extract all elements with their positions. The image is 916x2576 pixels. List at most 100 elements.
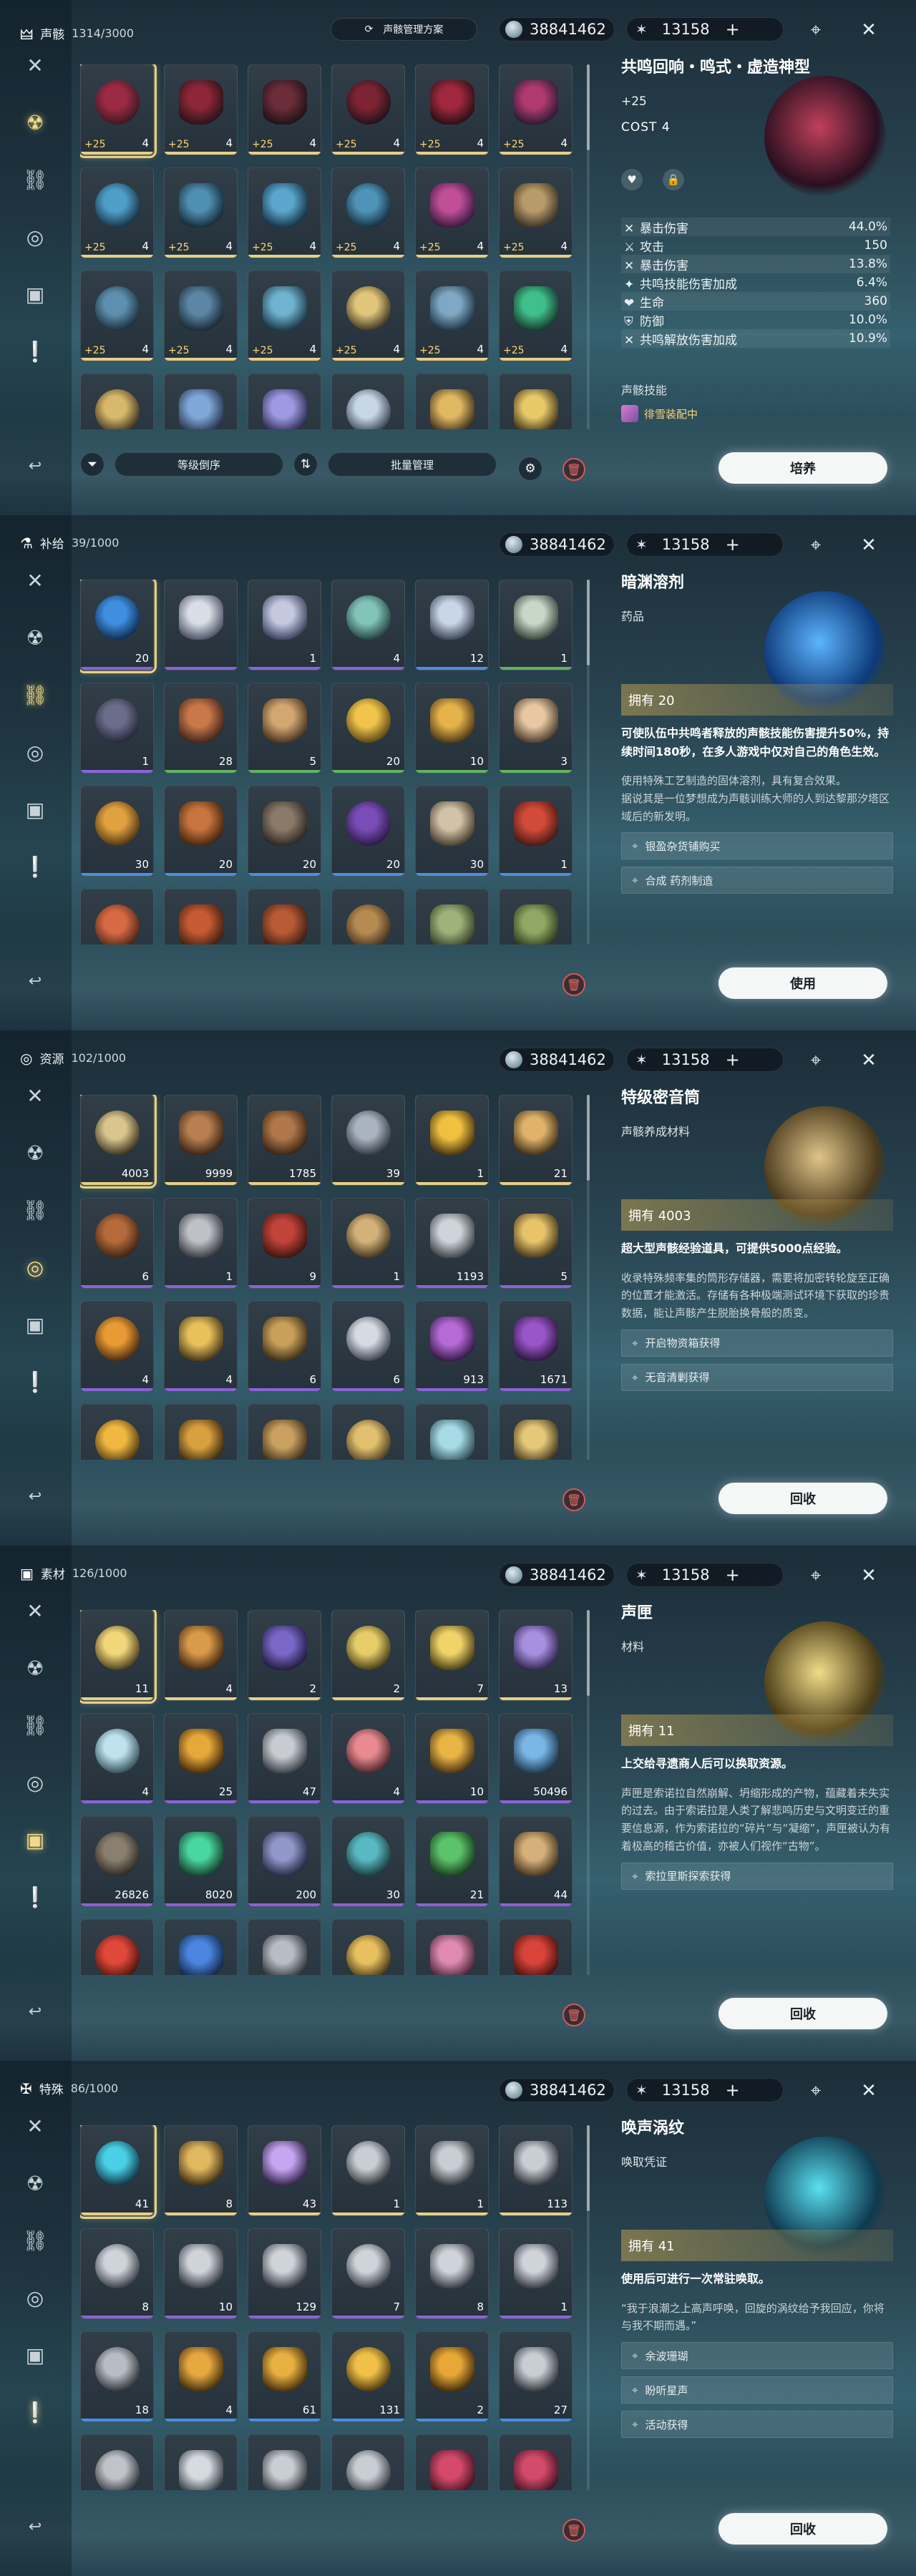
supply-tab-icon[interactable]: ⛓ (19, 2224, 52, 2257)
inventory-item-slot[interactable] (80, 374, 154, 429)
inventory-item-slot[interactable] (331, 1404, 405, 1460)
primary-action-button[interactable]: 培养 (718, 452, 887, 484)
inventory-item-slot[interactable]: 6 (248, 1301, 321, 1392)
inventory-item-slot[interactable]: 1 (80, 683, 154, 774)
weapon-tab-icon[interactable]: ✕ (19, 49, 52, 82)
material-tab-icon[interactable]: ▣ (19, 2338, 52, 2371)
discard-icon[interactable]: 🗑 (562, 973, 585, 996)
source-link[interactable]: ⌖ 索拉里斯探索获得 (621, 1862, 893, 1890)
inventory-item-slot[interactable]: 4 +25 (164, 64, 238, 155)
inventory-item-slot[interactable]: 30 (331, 1816, 405, 1907)
inventory-item-slot[interactable]: 50496 (499, 1713, 572, 1804)
inventory-item-slot[interactable] (248, 889, 321, 945)
source-link[interactable]: ⌖ 无音清剿获得 (621, 1363, 893, 1391)
source-link[interactable]: ⌖ 余波珊瑚 (621, 2342, 893, 2370)
inventory-item-slot[interactable]: 1785 (248, 1095, 321, 1186)
material-tab-icon[interactable]: ▣ (19, 793, 52, 826)
filter-icon[interactable]: ⏷ (80, 452, 104, 477)
inventory-item-slot[interactable] (499, 1404, 572, 1460)
inventory-item-slot[interactable]: 4 +25 (331, 64, 405, 155)
locate-icon[interactable]: ⌖ (802, 531, 830, 560)
source-link[interactable]: ⌖ 开启物资箱获得 (621, 1329, 893, 1357)
inventory-item-slot[interactable] (499, 1919, 572, 1975)
weapon-tab-icon[interactable]: ✕ (19, 2109, 52, 2142)
inventory-item-slot[interactable] (80, 2434, 154, 2490)
inventory-item-slot[interactable]: 1 (331, 1198, 405, 1289)
inventory-item-slot[interactable]: 913 (415, 1301, 489, 1392)
inventory-item-slot[interactable] (80, 1919, 154, 1975)
inventory-item-slot[interactable]: 21 (499, 1095, 572, 1186)
inventory-item-slot[interactable]: 4 +25 (248, 64, 321, 155)
inventory-item-slot[interactable]: 4 +25 (80, 270, 154, 361)
inventory-item-slot[interactable]: 1 (499, 580, 572, 670)
inventory-item-slot[interactable]: 4 (164, 1301, 238, 1392)
inventory-item-slot[interactable]: 30 (415, 786, 489, 877)
inventory-item-slot[interactable] (331, 889, 405, 945)
discard-icon[interactable]: 🗑 (562, 1488, 585, 1511)
inventory-item-slot[interactable]: 4 +25 (331, 167, 405, 258)
locate-icon[interactable]: ⌖ (802, 1046, 830, 1075)
add-astrite-icon[interactable]: + (726, 1050, 740, 1070)
inventory-item-slot[interactable]: 18 (80, 2331, 154, 2422)
inventory-item-slot[interactable]: 7 (331, 2228, 405, 2319)
inventory-item-slot[interactable]: 4 +25 (499, 270, 572, 361)
inventory-item-slot[interactable]: 8 (164, 2125, 238, 2216)
inventory-item-slot[interactable]: 21 (415, 1816, 489, 1907)
inventory-item-slot[interactable]: 1 (331, 2125, 405, 2216)
grid-scrollbar[interactable] (587, 580, 590, 945)
inventory-item-slot[interactable]: 4 +25 (80, 167, 154, 258)
inventory-item-slot[interactable]: 4 +25 (164, 270, 238, 361)
inventory-item-slot[interactable]: 113 (499, 2125, 572, 2216)
inventory-item-slot[interactable]: 43 (248, 2125, 321, 2216)
back-arrow-icon[interactable]: ↩ (19, 449, 52, 482)
inventory-item-slot[interactable]: 4 +25 (499, 64, 572, 155)
source-link[interactable]: ⌖ 活动获得 (621, 2411, 893, 2439)
back-arrow-icon[interactable]: ↩ (19, 1480, 52, 1513)
weapon-tab-icon[interactable]: ✕ (19, 1079, 52, 1112)
inventory-item-slot[interactable]: 28 (164, 683, 238, 774)
inventory-item-slot[interactable]: 20 (248, 786, 321, 877)
source-link[interactable]: ⌖ 盼听星声 (621, 2376, 893, 2404)
inventory-item-slot[interactable]: 4 (331, 580, 405, 670)
inventory-item-slot[interactable]: 4 +25 (499, 167, 572, 258)
scrollbar-thumb[interactable] (587, 1610, 590, 1696)
inventory-item-slot[interactable]: 1 (248, 580, 321, 670)
inventory-item-slot[interactable]: 9999 (164, 1095, 238, 1186)
inventory-item-slot[interactable]: 1 (415, 1095, 489, 1186)
special-tab-icon[interactable]: ❕ (19, 2396, 52, 2429)
locate-icon[interactable]: ⌖ (802, 16, 830, 44)
source-link[interactable]: ⌖ 银盈杂货铺购买 (621, 832, 893, 860)
inventory-item-slot[interactable]: 1193 (415, 1198, 489, 1289)
primary-action-button[interactable]: 回收 (718, 1483, 887, 1514)
inventory-item-slot[interactable]: 4 +25 (415, 167, 489, 258)
inventory-item-slot[interactable]: 61 (248, 2331, 321, 2422)
sort-button[interactable]: 等级倒序 (114, 452, 283, 477)
grid-scrollbar[interactable] (587, 64, 590, 429)
add-astrite-icon[interactable]: + (726, 1565, 740, 1585)
add-astrite-icon[interactable]: + (726, 2080, 740, 2100)
echo-scheme-button[interactable]: ⟳ 声骸管理方案 (331, 18, 477, 41)
inventory-item-slot[interactable]: 5 (248, 683, 321, 774)
inventory-item-slot[interactable] (164, 1404, 238, 1460)
weapon-tab-icon[interactable]: ✕ (19, 564, 52, 597)
inventory-item-slot[interactable]: 4 (80, 1301, 154, 1392)
resource-tab-icon[interactable]: ◎ (19, 1766, 52, 1799)
scrollbar-thumb[interactable] (587, 1095, 590, 1181)
inventory-item-slot[interactable] (415, 374, 489, 429)
discard-icon[interactable]: 🗑 (562, 458, 585, 481)
special-tab-icon[interactable]: ❕ (19, 850, 52, 883)
inventory-item-slot[interactable]: 4 +25 (248, 270, 321, 361)
inventory-item-slot[interactable]: 4 (80, 1713, 154, 1804)
discard-icon[interactable]: 🗑 (562, 2004, 585, 2026)
inventory-item-slot[interactable]: 4 +25 (415, 64, 489, 155)
inventory-item-slot[interactable] (415, 1404, 489, 1460)
special-tab-icon[interactable]: ❕ (19, 1880, 52, 1913)
material-tab-icon[interactable]: ▣ (19, 1308, 52, 1341)
astrite-counter[interactable]: ✶ 13158 + (626, 1563, 784, 1587)
inventory-item-slot[interactable]: 6 (331, 1301, 405, 1392)
echo-tab-icon[interactable]: ☢ (19, 621, 52, 654)
inventory-item-slot[interactable]: 3 (499, 683, 572, 774)
supply-tab-icon[interactable]: ⛓ (19, 1194, 52, 1226)
back-arrow-icon[interactable]: ↩ (19, 965, 52, 997)
close-icon[interactable]: ✕ (854, 2077, 883, 2105)
